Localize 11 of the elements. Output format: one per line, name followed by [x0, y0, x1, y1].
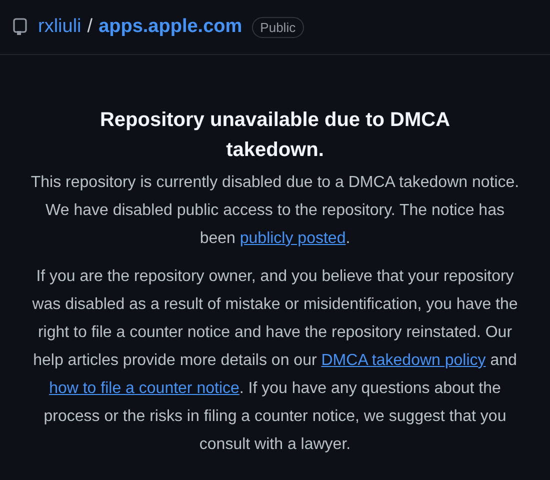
notice-title: Repository unavailable due to DMCA takedown.	[98, 108, 452, 163]
notice-paragraph: This repository is currently disabled due to a DMCA takedown notice. We have disabled public access to the repository. The notice has been publicly posted.	[30, 173, 520, 249]
path-separator: /	[87, 16, 93, 38]
repo-icon	[12, 18, 28, 36]
notice-paragraph: If you are the repository owner, and you believe that your repository was disabled as a result of mistake or misidentification, you have the right to file a counter notice and have the repository reinstated. Our help articles provide more details on our DMCA takedown policy and how to file a counter notice. If you have any questions about the process or the risks in filing a counter notice, we suggest that you consult with a lawyer.	[31, 267, 519, 455]
repo-name-link[interactable]: apps.apple.com	[98, 16, 242, 38]
owner-link[interactable]: rxliuli	[38, 16, 82, 38]
notice-link[interactable]: DMCA takedown policy	[321, 352, 486, 369]
notice-link[interactable]: how to file a counter notice	[49, 380, 240, 397]
notice-link[interactable]: publicly posted	[240, 230, 346, 247]
visibility-badge: Public	[252, 16, 304, 38]
